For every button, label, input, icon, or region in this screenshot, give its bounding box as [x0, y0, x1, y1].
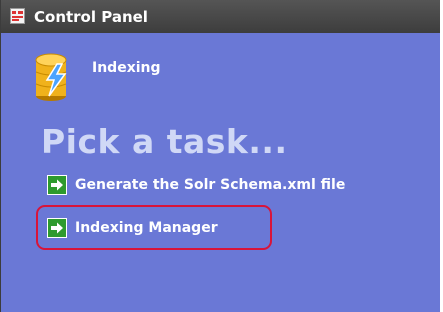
page-heading: Pick a task...: [41, 122, 288, 161]
task-indexing-manager[interactable]: Indexing Manager: [47, 217, 218, 239]
window-title: Control Panel: [34, 8, 148, 26]
title-bar: Control Panel: [1, 0, 440, 33]
task-generate-solr-schema[interactable]: Generate the Solr Schema.xml file: [47, 174, 345, 196]
green-arrow-icon: [47, 175, 67, 195]
green-arrow-icon: [47, 218, 67, 238]
control-panel-window: Control Panel Indexing Pick a task... Ge…: [0, 0, 440, 312]
control-panel-icon: [10, 8, 25, 24]
task-label[interactable]: Indexing Manager: [75, 220, 218, 236]
database-lightning-icon: [35, 53, 67, 101]
panel-title: Indexing: [92, 60, 161, 76]
task-label[interactable]: Generate the Solr Schema.xml file: [75, 177, 345, 193]
